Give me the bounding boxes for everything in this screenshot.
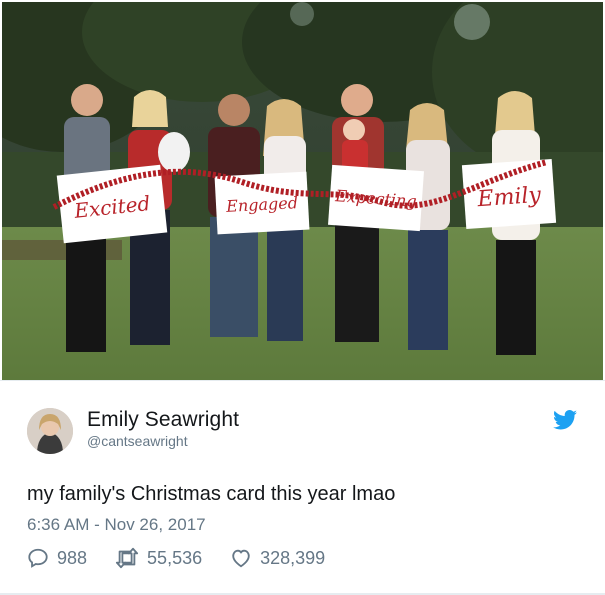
retweet-count: 55,536 bbox=[147, 547, 203, 568]
tweet-photo[interactable]: Excited Engaged Expecting Emily bbox=[2, 2, 603, 380]
sign-engaged-label: Engaged bbox=[225, 193, 299, 216]
reply-icon bbox=[28, 548, 48, 568]
tweet-card: Excited Engaged Expecting Emily Emily Se… bbox=[0, 0, 605, 595]
avatar-image bbox=[27, 408, 73, 454]
sign-emily: Emily bbox=[461, 158, 557, 230]
photo-divider bbox=[0, 380, 605, 381]
reply-count: 988 bbox=[57, 547, 88, 568]
tweet-timestamp[interactable]: 6:36 AM - Nov 26, 2017 bbox=[27, 515, 206, 535]
heart-icon bbox=[232, 549, 250, 568]
like-button[interactable]: 328,399 bbox=[230, 547, 325, 569]
avatar[interactable] bbox=[27, 408, 73, 454]
retweet-button[interactable]: 55,536 bbox=[115, 547, 202, 569]
sign-emily-label: Emily bbox=[476, 183, 543, 212]
author-display-name[interactable]: Emily Seawright bbox=[87, 408, 239, 432]
family-photo-illustration: Excited Engaged Expecting Emily bbox=[2, 2, 603, 380]
twitter-bird-icon[interactable] bbox=[553, 409, 577, 431]
reply-button[interactable]: 988 bbox=[27, 547, 87, 569]
tweet-text: my family's Christmas card this year lma… bbox=[27, 483, 396, 505]
author-handle[interactable]: @cantseawright bbox=[87, 433, 188, 449]
tweet-actions: 988 55,536 328,399 bbox=[27, 545, 353, 571]
like-count: 328,399 bbox=[260, 547, 326, 568]
retweet-icon bbox=[115, 547, 139, 569]
